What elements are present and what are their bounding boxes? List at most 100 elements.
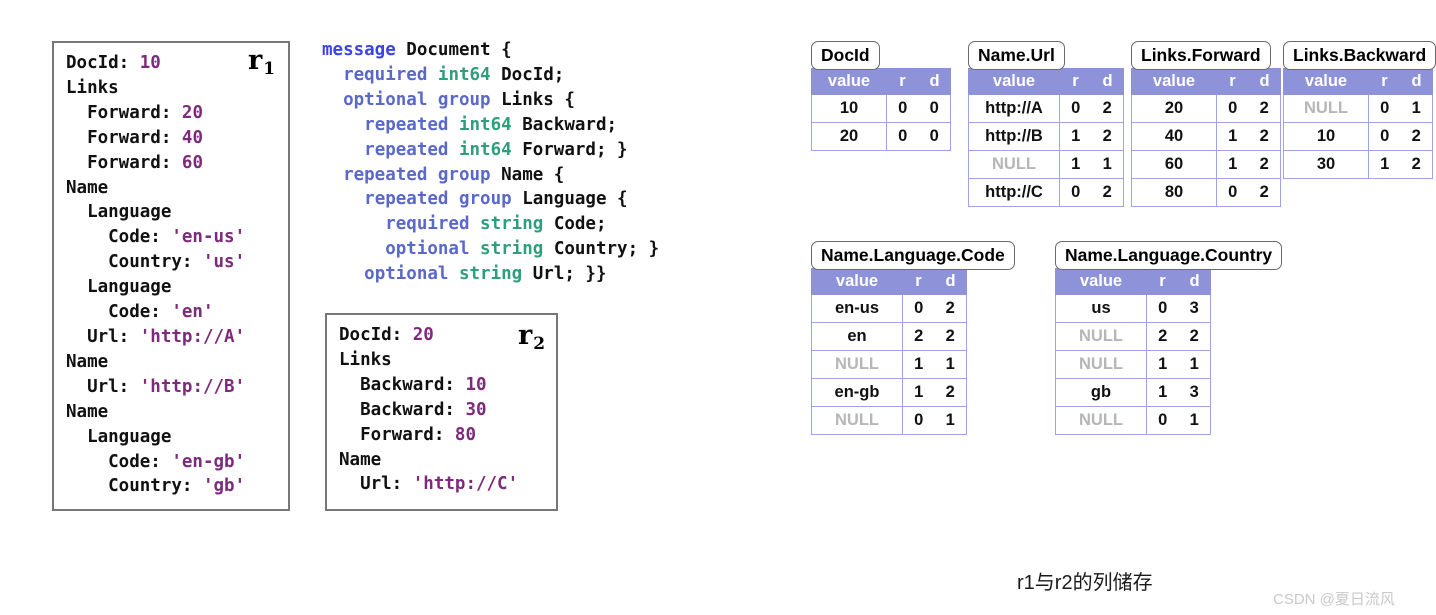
schema-token-name: Backward;	[522, 114, 618, 135]
cell-value: NULL	[811, 406, 903, 436]
cell-value: NULL	[968, 150, 1060, 180]
schema-token-name	[322, 214, 385, 234]
record-line: Code: 'en'	[66, 300, 278, 325]
record-field-name: Links	[66, 77, 119, 98]
cell-definition-level: 2	[1248, 178, 1281, 208]
cell-value: gb	[1055, 378, 1147, 408]
table-header-row: value r d	[1131, 68, 1281, 96]
schema-token-name: Forward; }	[522, 139, 628, 160]
schema-token-name	[322, 90, 343, 110]
schema-line: repeated int64 Backward;	[322, 113, 659, 138]
table-row: NULL 1 1	[1055, 350, 1211, 380]
cell-repetition-level: 1	[1368, 150, 1401, 180]
cell-repetition-level: 2	[902, 322, 935, 352]
cell-definition-level: 1	[934, 406, 967, 436]
record-field-value: 'http://A'	[139, 326, 246, 347]
cell-definition-level: 2	[934, 378, 967, 408]
schema-token-type: string	[458, 264, 533, 285]
record-field-name: Forward:	[66, 152, 182, 173]
record-field-name: DocId:	[66, 53, 140, 73]
record-line: DocId: 10	[66, 51, 278, 76]
record-line: DocId: 20	[339, 323, 546, 348]
column-table: Name.Url value r d http://A 0 2 http://B 1 2 NULL 1…	[968, 41, 1124, 208]
column-header-d: d	[1178, 268, 1211, 296]
record-field-value: 'http://C'	[412, 474, 519, 495]
schema-token-type: int64	[437, 64, 502, 85]
schema-token-type: string	[480, 214, 554, 235]
cell-repetition-level: 0	[1146, 406, 1179, 436]
table-header-row: value r d	[811, 68, 951, 96]
column-table: Links.Forward value r d 20 0 2 40 1 2 60 1 2 80 0 2	[1131, 41, 1281, 208]
table-row: NULL 1 1	[811, 350, 967, 380]
table-row: en-gb 1 2	[811, 378, 967, 408]
schema-token-mod: repeated	[364, 114, 459, 135]
schema-line: message Document {	[322, 38, 659, 63]
cell-value: 20	[1131, 94, 1217, 124]
record-field-value: 20	[181, 102, 203, 123]
record-field-value: 10	[139, 53, 161, 73]
table-row: 60 1 2	[1131, 150, 1281, 180]
record-field-name: Country:	[66, 476, 203, 497]
cell-definition-level: 2	[1248, 150, 1281, 180]
cell-value: 40	[1131, 122, 1217, 152]
diagram-caption: r1与r2的列储存	[1017, 572, 1153, 594]
record-field-name: Language	[66, 277, 172, 298]
record-field-value: 'us'	[202, 252, 246, 273]
column-header-d: d	[1248, 68, 1281, 96]
record-line: Country: 'us'	[66, 250, 278, 275]
record-field-name: Forward:	[66, 127, 182, 148]
table-row: 20 0 0	[811, 122, 951, 152]
schema-token-name	[322, 264, 364, 284]
cell-value: 80	[1131, 178, 1217, 208]
table-header-row: value r d	[1283, 68, 1433, 96]
cell-repetition-level: 2	[1146, 322, 1179, 352]
record-label-subscript: 1	[263, 59, 276, 79]
schema-line: required int64 DocId;	[322, 63, 659, 88]
cell-definition-level: 2	[1248, 122, 1281, 152]
cell-repetition-level: 0	[1059, 94, 1092, 124]
schema-token-mod: required	[385, 214, 481, 235]
table-row: 30 1 2	[1283, 150, 1433, 180]
schema-token-name: DocId;	[501, 64, 565, 85]
record-field-value: 10	[465, 374, 487, 395]
schema-line: repeated int64 Forward; }	[322, 138, 659, 163]
cell-repetition-level: 0	[902, 406, 935, 436]
table-header-row: value r d	[968, 68, 1124, 96]
schema-token-name: Language {	[522, 189, 628, 210]
column-table-title: Links.Backward	[1283, 41, 1436, 71]
cell-definition-level: 3	[1178, 294, 1211, 324]
record-line: Name	[66, 350, 278, 375]
record-line: Backward: 10	[339, 373, 546, 398]
column-header-r: r	[1146, 268, 1179, 296]
table-header-row: value r d	[811, 268, 967, 296]
cell-definition-level: 2	[1400, 122, 1433, 152]
record-field-name: DocId:	[339, 325, 413, 345]
record-line: Name	[66, 176, 278, 201]
cell-definition-level: 2	[1178, 322, 1211, 352]
schema-line: required string Code;	[322, 212, 659, 237]
table-row: NULL 1 1	[968, 150, 1124, 180]
record-field-value: 'http://B'	[139, 376, 246, 397]
schema-line: optional group Links {	[322, 88, 659, 113]
cell-repetition-level: 0	[1216, 94, 1249, 124]
cell-value: http://B	[968, 122, 1060, 152]
record-field-name: Name	[66, 351, 109, 372]
record-field-name: Url:	[66, 326, 140, 347]
cell-value: en-us	[811, 294, 903, 324]
record-field-value: 'en'	[171, 302, 214, 323]
record-field-name: Backward:	[339, 399, 466, 420]
cell-repetition-level: 1	[902, 350, 935, 380]
column-header-value: value	[1055, 268, 1147, 296]
schema-token-name: Country; }	[553, 239, 660, 260]
record-field-value: 'en-us'	[171, 227, 246, 248]
record-line: Forward: 80	[339, 423, 546, 448]
record-line: Code: 'en-us'	[66, 225, 278, 250]
record-field-value: 20	[412, 325, 434, 345]
cell-definition-level: 2	[1091, 122, 1124, 152]
schema-token-type: int64	[458, 114, 523, 135]
cell-value: en-gb	[811, 378, 903, 408]
schema-token-type: int64	[458, 139, 523, 160]
column-header-value: value	[811, 268, 903, 296]
cell-repetition-level: 0	[1216, 178, 1249, 208]
cell-definition-level: 3	[1178, 378, 1211, 408]
